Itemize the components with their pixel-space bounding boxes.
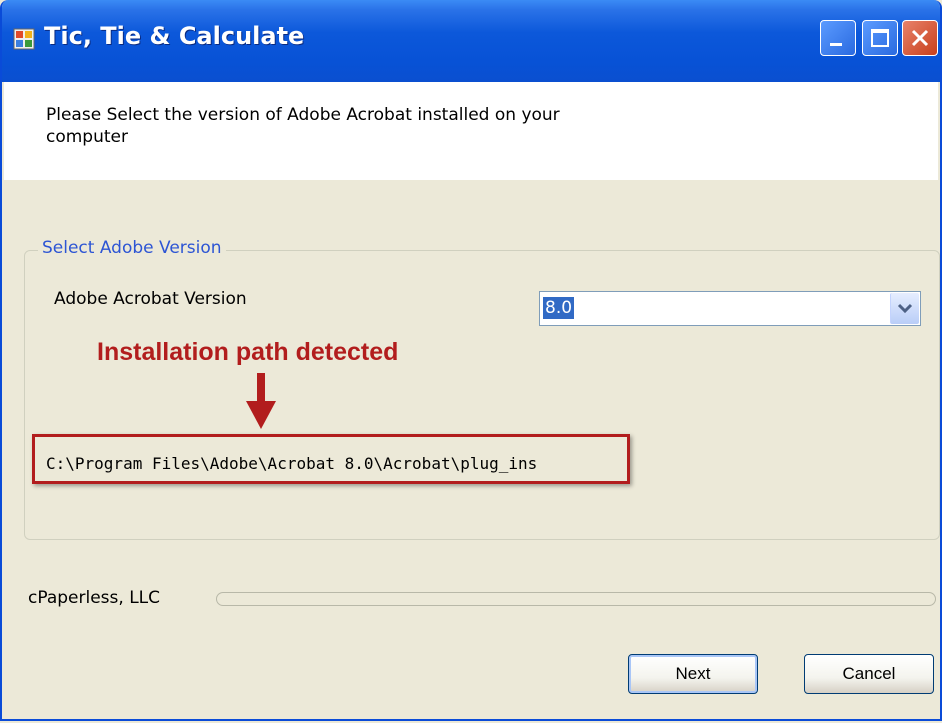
dialog-window: Tic, Tie & Calculate Please Select the v…: [0, 0, 942, 721]
progress-bar: [216, 592, 936, 606]
next-button[interactable]: Next: [628, 654, 758, 694]
minimize-icon: [830, 43, 842, 46]
close-icon: [911, 29, 929, 47]
window-title: Tic, Tie & Calculate: [44, 22, 305, 50]
arrow-down-icon: [246, 373, 276, 429]
installation-path-text: C:\Program Files\Adobe\Acrobat 8.0\Acrob…: [46, 454, 538, 473]
instruction-text: Please Select the version of Adobe Acrob…: [46, 105, 560, 147]
app-window-icon: [13, 28, 35, 50]
annotation-title: Installation path detected: [97, 338, 399, 366]
adobe-version-label: Adobe Acrobat Version: [54, 289, 247, 309]
company-name: cPaperless, LLC: [28, 588, 161, 608]
cancel-button[interactable]: Cancel: [804, 654, 934, 694]
title-bar[interactable]: Tic, Tie & Calculate: [2, 0, 940, 82]
maximize-button[interactable]: [862, 20, 898, 56]
maximize-icon: [871, 29, 889, 47]
close-button[interactable]: [902, 20, 938, 56]
groupbox-legend: Select Adobe Version: [38, 238, 226, 258]
chevron-down-icon: [897, 303, 913, 314]
adobe-version-select[interactable]: 8.0: [539, 291, 921, 326]
dropdown-button[interactable]: [890, 293, 919, 324]
adobe-version-value: 8.0: [543, 297, 575, 319]
minimize-button[interactable]: [820, 20, 856, 56]
